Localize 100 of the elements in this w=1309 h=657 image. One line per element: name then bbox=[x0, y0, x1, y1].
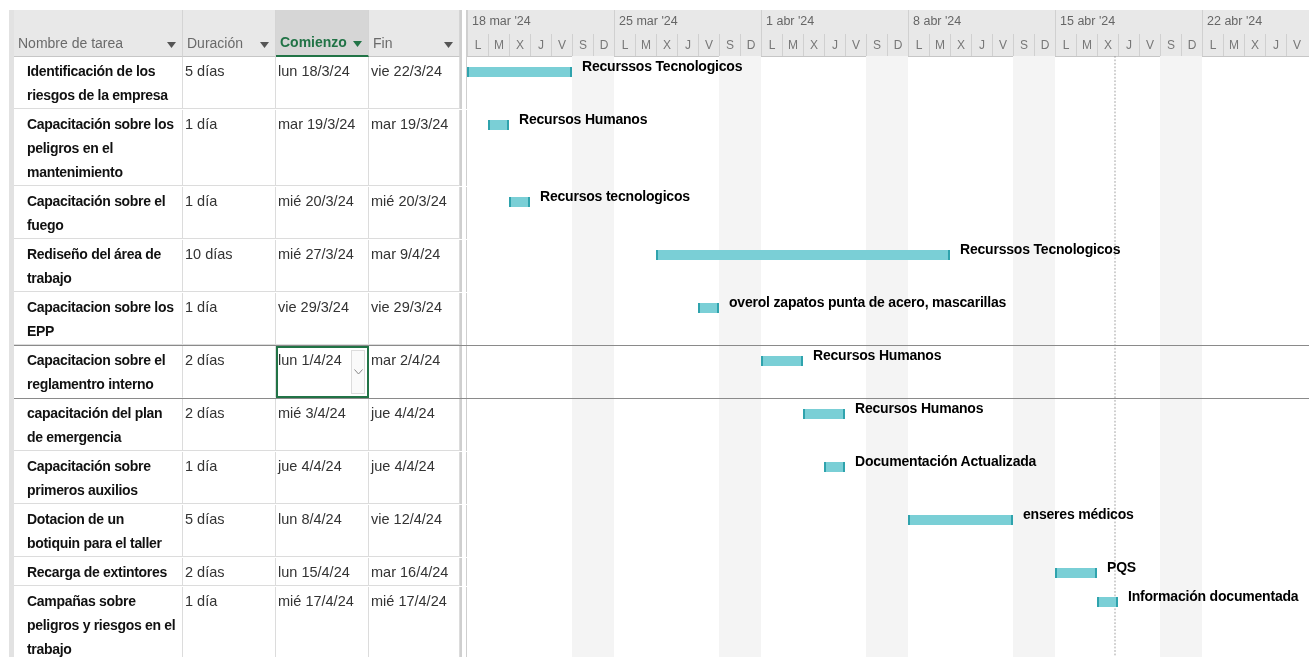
day-label: J bbox=[530, 34, 551, 56]
dropdown-caret-icon[interactable] bbox=[167, 42, 176, 48]
day-label: V bbox=[698, 34, 719, 56]
resource-label: Recurssos Tecnologicos bbox=[960, 241, 1121, 257]
task-name: Capacitacion sobre los EPP bbox=[14, 293, 183, 345]
task-bar[interactable] bbox=[1055, 568, 1097, 578]
end-date: vie 12/4/24 bbox=[369, 505, 460, 557]
resource-label: Recurssos Tecnologicos bbox=[582, 58, 743, 74]
dropdown-caret-icon[interactable] bbox=[353, 41, 362, 47]
task-row[interactable]: Capacitación sobre los peligros en el mantenimiento 1 día mar 19/3/24 mar 19/3/24 Recursos Humanos bbox=[14, 109, 1309, 187]
task-row[interactable]: Capacitacion sobre los EPP 1 día vie 29/3/24 vie 29/3/24 overol zapatos punta de acero, mascarillas bbox=[14, 292, 1309, 346]
start-date: mié 17/4/24 bbox=[278, 593, 354, 609]
duration-cell: 2 días bbox=[183, 399, 276, 451]
task-row[interactable]: Capacitación sobre primeros auxilios 1 día jue 4/4/24 jue 4/4/24 Documentación Actualizada bbox=[14, 451, 1309, 505]
day-label: L bbox=[1202, 34, 1223, 56]
duration-cell: 2 días bbox=[183, 558, 276, 586]
day-label: V bbox=[551, 34, 572, 56]
resource-label: enseres médicos bbox=[1023, 506, 1134, 522]
task-row[interactable]: Identificación de los riesgos de la empresa 5 días lun 18/3/24 vie 22/3/24 Recurssos Tecnologicos bbox=[14, 56, 1309, 110]
end-date: mar 19/3/24 bbox=[369, 110, 460, 186]
task-bar[interactable] bbox=[698, 303, 719, 313]
task-row[interactable]: Campañas sobre peligros y riesgos en el trabajo 1 día mié 17/4/24 mié 17/4/24 Información documentada bbox=[14, 586, 1309, 657]
task-row[interactable]: Dotacion de un botiquin para el taller 5 días lun 8/4/24 vie 12/4/24 enseres médicos bbox=[14, 504, 1309, 558]
task-bar[interactable] bbox=[488, 120, 509, 130]
start-date: mié 20/3/24 bbox=[278, 193, 354, 209]
task-name: Recarga de extintores bbox=[14, 558, 183, 586]
duration-cell: 1 día bbox=[183, 452, 276, 504]
start-date: vie 29/3/24 bbox=[278, 299, 349, 315]
task-row[interactable]: Recarga de extintores 2 días lun 15/4/24 mar 16/4/24 PQS bbox=[14, 557, 1309, 587]
task-row[interactable]: Capacitación sobre el fuego 1 día mié 20/3/24 mié 20/3/24 Recursos tecnologicos bbox=[14, 186, 1309, 240]
day-label: M bbox=[782, 34, 803, 56]
task-bar[interactable] bbox=[1097, 597, 1118, 607]
start-date: mar 19/3/24 bbox=[278, 116, 356, 132]
day-label: X bbox=[950, 34, 971, 56]
column-header[interactable]: Fin bbox=[369, 10, 460, 57]
task-name: Capacitación sobre el fuego bbox=[14, 187, 183, 239]
day-label: L bbox=[761, 34, 782, 56]
task-row[interactable]: capacitación del plan de emergencia 2 días mié 3/4/24 jue 4/4/24 Recursos Humanos bbox=[14, 398, 1309, 452]
start-date: mié 27/3/24 bbox=[278, 246, 354, 262]
task-row[interactable]: Rediseño del área de trabajo 10 días mié 27/3/24 mar 9/4/24 Recurssos Tecnologicos bbox=[14, 239, 1309, 293]
task-bar[interactable] bbox=[803, 409, 845, 419]
column-header[interactable]: Comienzo bbox=[276, 10, 369, 57]
end-date: mar 2/4/24 bbox=[369, 346, 460, 398]
day-label: L bbox=[467, 34, 488, 56]
day-label: J bbox=[677, 34, 698, 56]
duration-cell: 1 día bbox=[183, 587, 276, 657]
dropdown-caret-icon[interactable] bbox=[260, 42, 269, 48]
day-label: M bbox=[488, 34, 509, 56]
task-name: Dotacion de un botiquin para el taller bbox=[14, 505, 183, 557]
end-date: vie 29/3/24 bbox=[369, 293, 460, 345]
task-row[interactable]: Capacitacion sobre el reglamentro interno 2 días lun 1/4/24 mar 2/4/24 Recursos Humanos bbox=[14, 345, 1309, 399]
task-bar[interactable] bbox=[761, 356, 803, 366]
task-bar[interactable] bbox=[824, 462, 845, 472]
resource-label: Información documentada bbox=[1128, 588, 1299, 604]
column-header[interactable]: Duración bbox=[183, 10, 276, 57]
end-date: jue 4/4/24 bbox=[369, 399, 460, 451]
day-label: J bbox=[824, 34, 845, 56]
day-label: J bbox=[1265, 34, 1286, 56]
day-label: X bbox=[509, 34, 530, 56]
day-label: V bbox=[845, 34, 866, 56]
start-date: lun 8/4/24 bbox=[278, 511, 342, 527]
day-label: M bbox=[635, 34, 656, 56]
task-bar[interactable] bbox=[509, 197, 530, 207]
chevron-icon bbox=[353, 369, 363, 375]
task-name: Capacitación sobre primeros auxilios bbox=[14, 452, 183, 504]
column-header[interactable]: Nombre de tarea bbox=[14, 10, 183, 57]
week-label: 1 abr '24 bbox=[761, 10, 908, 34]
day-label: X bbox=[656, 34, 677, 56]
dropdown-caret-icon[interactable] bbox=[444, 42, 453, 48]
start-date: lun 1/4/24 bbox=[278, 352, 342, 368]
day-label: L bbox=[614, 34, 635, 56]
start-date: mié 3/4/24 bbox=[278, 405, 346, 421]
resource-label: Documentación Actualizada bbox=[855, 453, 1037, 469]
duration-cell: 5 días bbox=[183, 57, 276, 109]
duration-cell: 1 día bbox=[183, 293, 276, 345]
task-bar[interactable] bbox=[656, 250, 950, 260]
day-label: X bbox=[1244, 34, 1265, 56]
day-label: M bbox=[1223, 34, 1244, 56]
duration-cell: 5 días bbox=[183, 505, 276, 557]
task-name: capacitación del plan de emergencia bbox=[14, 399, 183, 451]
task-name: Capacitación sobre los peligros en el mantenimiento bbox=[14, 110, 183, 186]
day-label: M bbox=[1076, 34, 1097, 56]
end-date: vie 22/3/24 bbox=[369, 57, 460, 109]
task-bar[interactable] bbox=[908, 515, 1013, 525]
week-label: 22 abr '24 bbox=[1202, 10, 1309, 34]
duration-cell: 2 días bbox=[183, 346, 276, 398]
task-bar[interactable] bbox=[467, 67, 572, 77]
week-label: 15 abr '24 bbox=[1055, 10, 1202, 34]
duration-cell: 10 días bbox=[183, 240, 276, 292]
duration-cell: 1 día bbox=[183, 110, 276, 186]
day-label: J bbox=[971, 34, 992, 56]
resource-label: Recursos tecnologicos bbox=[540, 188, 690, 204]
resource-label: overol zapatos punta de acero, mascarillas bbox=[729, 294, 1007, 310]
day-label: V bbox=[1286, 34, 1307, 56]
end-date: mar 16/4/24 bbox=[369, 558, 460, 586]
day-label: X bbox=[1097, 34, 1118, 56]
week-label: 8 abr '24 bbox=[908, 10, 1055, 34]
end-date: jue 4/4/24 bbox=[369, 452, 460, 504]
end-date: mié 20/3/24 bbox=[369, 187, 460, 239]
dropdown-button[interactable] bbox=[351, 350, 365, 394]
